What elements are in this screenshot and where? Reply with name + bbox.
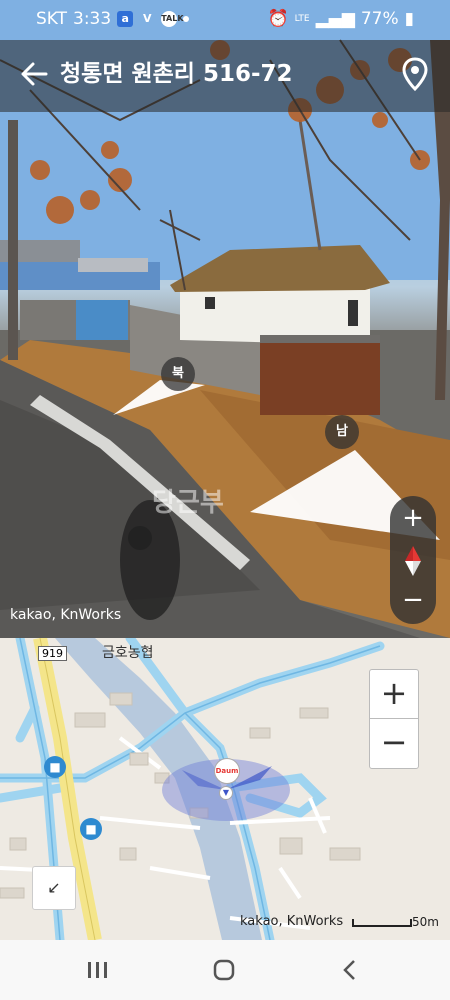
bus-stop-icon[interactable]: ■ — [80, 818, 102, 840]
place-label[interactable]: 금호농협 — [102, 642, 154, 662]
header-bar: 청통면 원촌리 516-72 — [0, 40, 450, 112]
page-title: 청통면 원촌리 516-72 — [60, 61, 293, 87]
v-notification-icon: Ⅴ — [142, 12, 152, 25]
roadview-position-marker[interactable]: Daum ▼ — [214, 758, 240, 800]
clock: 3:33 — [73, 9, 112, 29]
location-pin-icon[interactable] — [400, 56, 430, 92]
alarm-icon: ⏰ — [267, 9, 289, 29]
roadview-credit: kakao, KnWorks — [10, 607, 122, 623]
collapse-map-button[interactable]: ↙ — [32, 866, 76, 910]
app-notification-icon: a — [117, 11, 134, 27]
road-number-badge: 919 — [38, 646, 67, 661]
status-bar: SKT 3:33 a Ⅴ TALK ⏰ LTE ▂▄▆ 77% ▮ — [0, 0, 450, 40]
map-zoom-in-button[interactable]: + — [370, 670, 418, 718]
more-notifications-icon — [183, 16, 190, 22]
roadview-zoom-out-button[interactable]: − — [390, 580, 436, 620]
back-nav-icon[interactable] — [330, 954, 370, 986]
map-zoom-control: + − — [369, 669, 419, 769]
map-credit: kakao, KnWorks — [240, 914, 344, 929]
compass-icon[interactable] — [403, 546, 423, 576]
roadview-zoom-in-button[interactable]: + — [390, 498, 436, 538]
carrier-label: SKT — [36, 9, 68, 29]
roadview-zoom-control: + − — [390, 496, 436, 624]
system-nav-bar — [0, 940, 450, 1000]
battery-percent: 77% — [360, 9, 399, 29]
home-icon[interactable] — [204, 954, 244, 986]
network-label: LTE — [294, 14, 310, 24]
bus-stop-icon[interactable]: ■ — [44, 756, 66, 778]
collapse-arrow-icon: ↙ — [47, 878, 61, 897]
map-zoom-out-button[interactable]: − — [370, 719, 418, 767]
battery-icon: ▮ — [404, 9, 414, 29]
talk-notification-icon: TALK — [161, 11, 184, 27]
scale-label: 50m — [412, 915, 439, 929]
direction-label-south[interactable]: 남 — [325, 415, 359, 449]
scale-bar — [352, 919, 412, 927]
signal-icon: ▂▄▆ — [315, 9, 355, 29]
watermark: 당근부 — [152, 488, 224, 518]
back-arrow-icon[interactable] — [18, 56, 54, 92]
recent-apps-icon[interactable] — [78, 954, 118, 986]
direction-label-north[interactable]: 북 — [161, 357, 195, 391]
map-panel[interactable]: ■ ■ Daum ▼ 919 금호농협 + − ↙ kakao, KnWorks… — [0, 638, 450, 940]
